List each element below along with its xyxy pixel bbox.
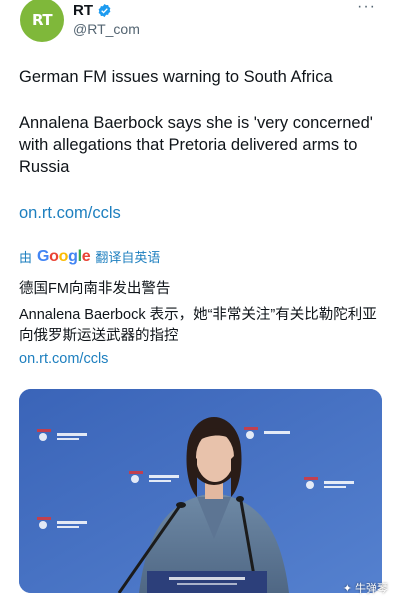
avatar[interactable]: RT — [20, 0, 64, 42]
translated-link[interactable]: on.rt.com/ccls — [19, 351, 108, 367]
tweet-header: RT RT @RT_com ··· — [18, 0, 382, 44]
translated-headline: 德国FM向南非发出警告 — [19, 281, 171, 297]
google-logo: Google — [37, 247, 91, 265]
display-name[interactable]: RT — [73, 2, 93, 19]
account-handle[interactable]: @RT_com — [73, 21, 140, 37]
tweet-body: Annalena Baerbock says she is 'very conc… — [19, 114, 373, 176]
verified-badge-icon — [98, 3, 111, 18]
translated-by-google[interactable]: 由 Google 翻译自英语 — [19, 247, 160, 266]
translate-suffix: 翻译自英语 — [95, 250, 161, 265]
watermark-text: 牛弹琴 — [355, 583, 388, 595]
translated-body: Annalena Baerbock 表示，她“非常关注”有关比勒陀利亚向俄罗斯运… — [19, 307, 377, 344]
tweet-headline: German FM issues warning to South Africa — [19, 68, 333, 86]
avatar-logo-text: RT — [31, 11, 53, 29]
wechat-icon: ✦ — [342, 582, 352, 595]
tweet-photo[interactable] — [19, 389, 382, 593]
translate-prefix: 由 — [19, 250, 33, 265]
more-options-icon[interactable]: ··· — [357, 0, 376, 15]
tweet-link[interactable]: on.rt.com/ccls — [19, 204, 121, 223]
display-name-row[interactable]: RT — [73, 2, 112, 19]
watermark: ✦ 牛弹琴 — [343, 580, 388, 596]
press-conference-image — [19, 389, 382, 593]
